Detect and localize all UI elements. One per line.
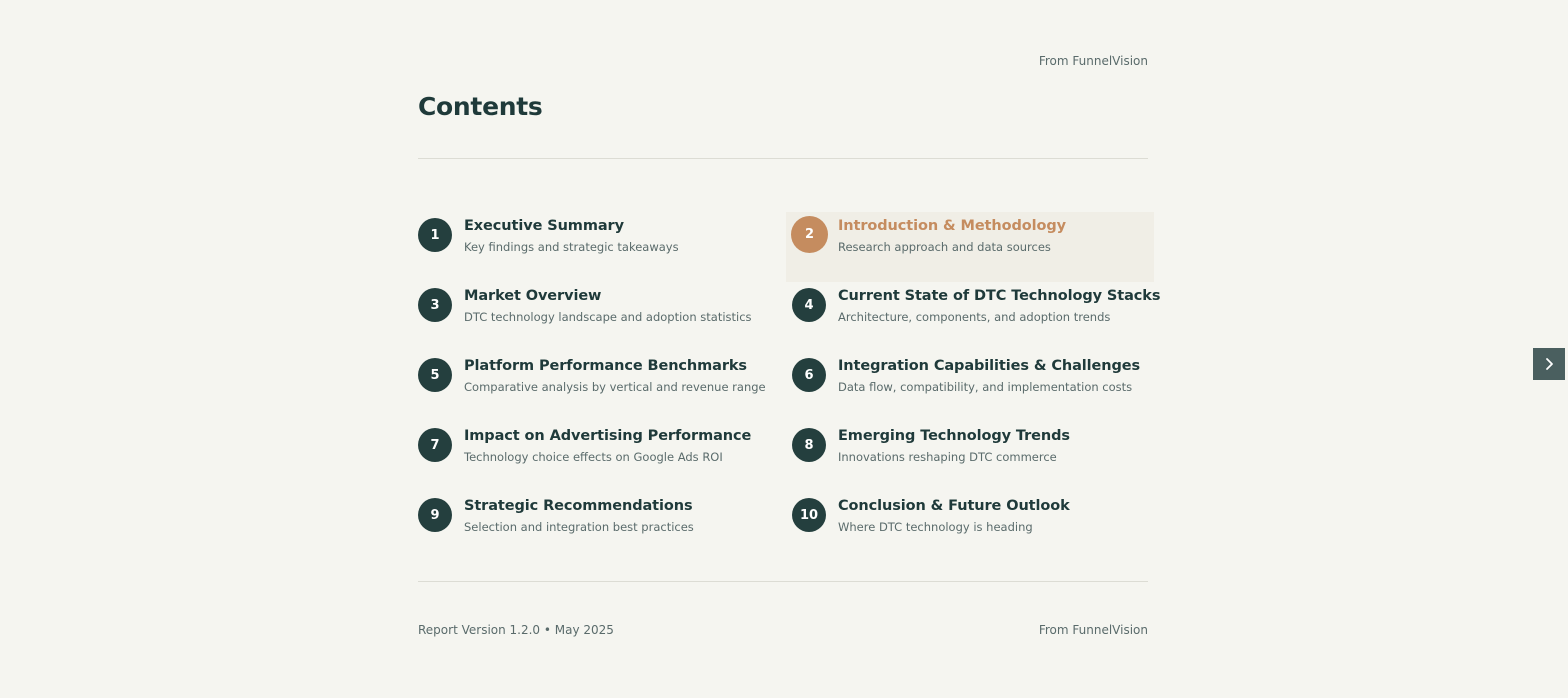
number-badge: 3 — [418, 288, 452, 322]
number-badge: 9 — [418, 498, 452, 532]
toc-item-10[interactable]: 10 Conclusion & Future Outlook Where DTC… — [792, 480, 1148, 550]
number-badge: 5 — [418, 358, 452, 392]
number-badge: 4 — [792, 288, 826, 322]
toc-item-title: Impact on Advertising Performance — [464, 428, 752, 444]
toc-item-9[interactable]: 9 Strategic Recommendations Selection an… — [418, 480, 784, 550]
number-badge: 1 — [418, 218, 452, 252]
toc-item-5[interactable]: 5 Platform Performance Benchmarks Compar… — [418, 340, 784, 410]
toc-item-subtitle: Research approach and data sources — [838, 240, 1051, 254]
toc-item-title: Integration Capabilities & Challenges — [838, 358, 1141, 374]
toc-item-title: Current State of DTC Technology Stacks — [838, 288, 1161, 304]
toc-item-subtitle: Technology choice effects on Google Ads … — [464, 450, 723, 464]
toc-item-3[interactable]: 3 Market Overview DTC technology landsca… — [418, 270, 784, 340]
toc-item-title: Emerging Technology Trends — [838, 428, 1070, 444]
toc-item-title: Strategic Recommendations — [464, 498, 693, 514]
toc-item-4[interactable]: 4 Current State of DTC Technology Stacks… — [792, 270, 1160, 340]
number-badge: 7 — [418, 428, 452, 462]
divider-top — [418, 158, 1148, 159]
report-version: Report Version 1.2.0 • May 2025 — [418, 623, 614, 637]
toc-item-title: Introduction & Methodology — [838, 218, 1066, 234]
toc-item-subtitle: Innovations reshaping DTC commerce — [838, 450, 1057, 464]
toc-item-subtitle: Data flow, compatibility, and implementa… — [838, 380, 1133, 394]
toc-item-subtitle: Selection and integration best practices — [464, 520, 694, 534]
toc-item-8[interactable]: 8 Emerging Technology Trends Innovations… — [792, 410, 1148, 480]
next-page-button[interactable] — [1533, 348, 1565, 380]
toc-item-7[interactable]: 7 Impact on Advertising Performance Tech… — [418, 410, 784, 480]
toc-item-subtitle: Architecture, components, and adoption t… — [838, 310, 1111, 324]
toc-item-subtitle: DTC technology landscape and adoption st… — [464, 310, 752, 324]
number-badge: 8 — [792, 428, 826, 462]
toc-item-6[interactable]: 6 Integration Capabilities & Challenges … — [792, 340, 1148, 410]
divider-bottom — [418, 581, 1148, 582]
number-badge: 2 — [791, 216, 828, 253]
toc-item-title: Conclusion & Future Outlook — [838, 498, 1070, 514]
brand-header: From FunnelVision — [1038, 54, 1148, 68]
brand-footer: From FunnelVision — [1038, 623, 1148, 637]
chevron-right-icon — [1546, 358, 1553, 370]
toc-item-subtitle: Comparative analysis by vertical and rev… — [464, 380, 766, 394]
toc-item-1[interactable]: 1 Executive Summary Key findings and str… — [418, 200, 784, 270]
toc-item-subtitle: Key findings and strategic takeaways — [464, 240, 679, 254]
number-badge: 6 — [792, 358, 826, 392]
toc-item-title: Executive Summary — [464, 218, 624, 234]
toc-item-title: Platform Performance Benchmarks — [464, 358, 747, 374]
page-title: Contents — [418, 92, 543, 121]
number-badge: 10 — [792, 498, 826, 532]
toc-item-title: Market Overview — [464, 288, 602, 304]
toc-item-subtitle: Where DTC technology is heading — [838, 520, 1033, 534]
contents-page: From FunnelVision Contents 1 Executive S… — [418, 0, 1160, 698]
